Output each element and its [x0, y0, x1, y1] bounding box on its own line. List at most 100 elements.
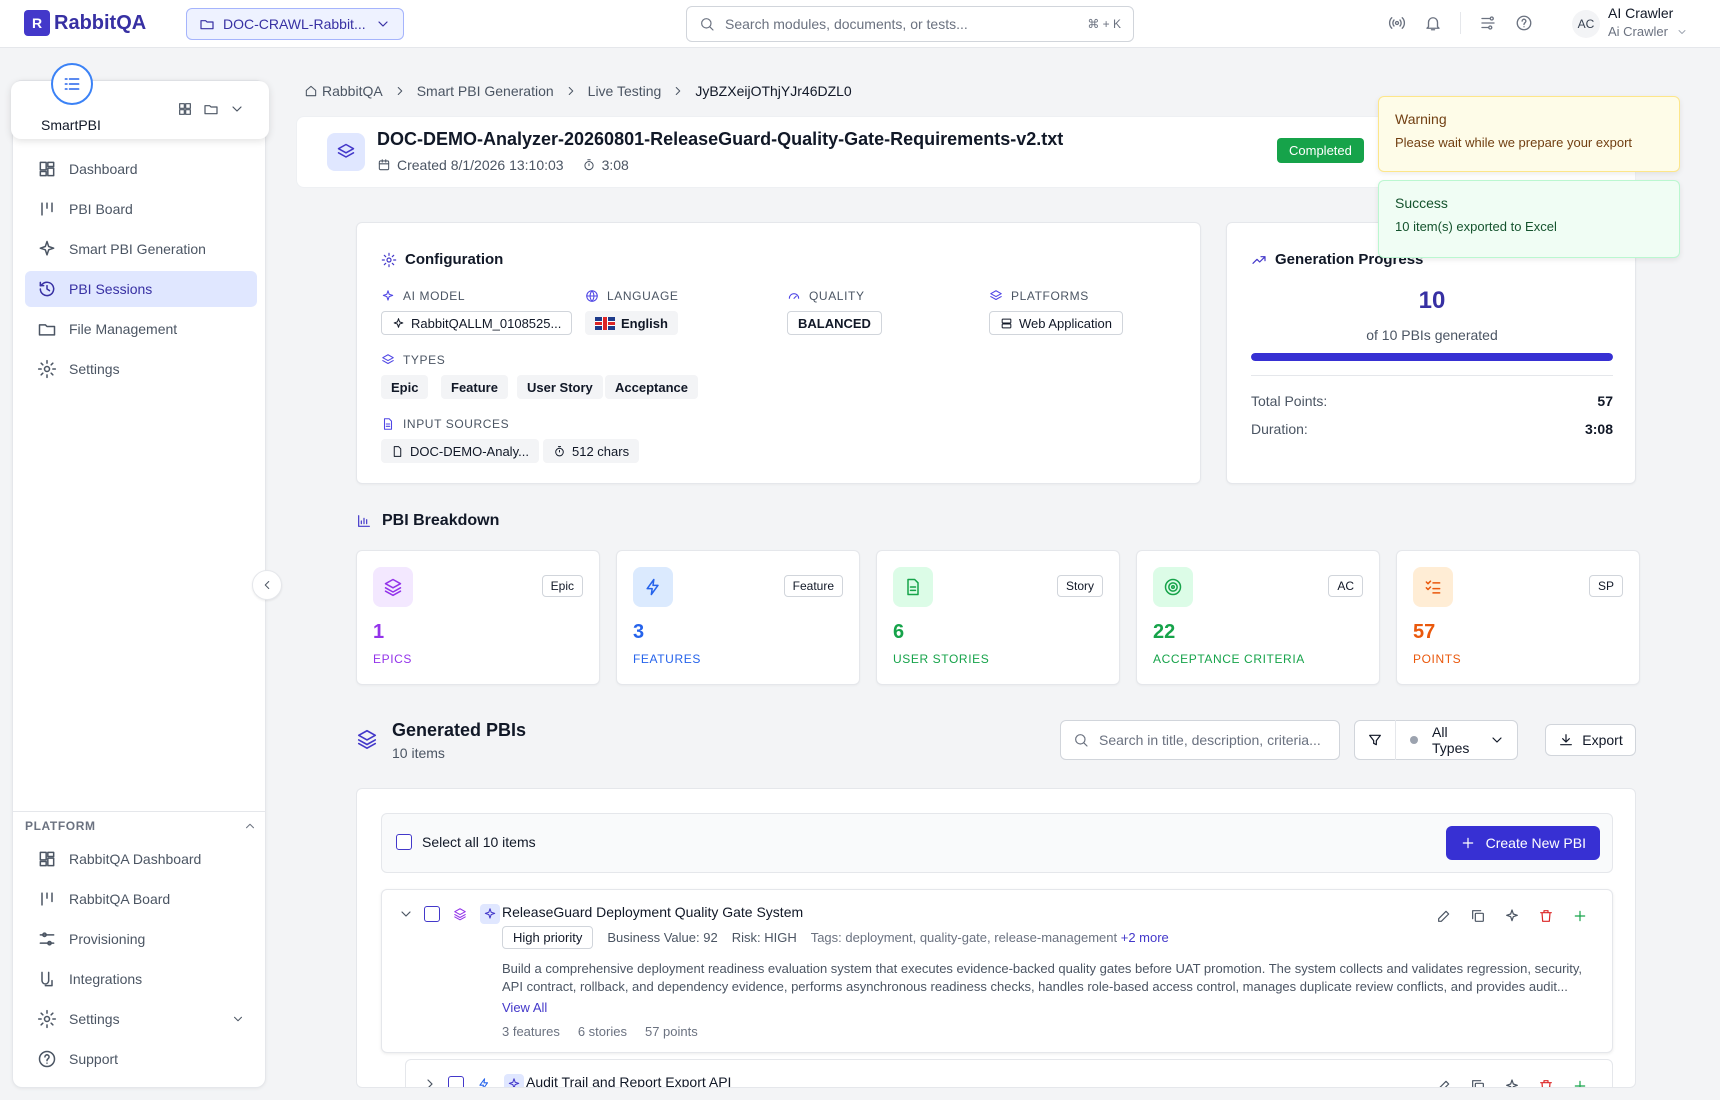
- plus-icon[interactable]: [1572, 908, 1588, 924]
- project-selector[interactable]: DOC-CRAWL-Rabbit...: [186, 8, 404, 40]
- sidebar-item-file-management[interactable]: File Management: [25, 311, 257, 347]
- breakdown-label: USER STORIES: [893, 652, 990, 666]
- sidebar-item-dashboard[interactable]: Dashboard: [25, 151, 257, 187]
- sparkle-icon: [393, 317, 404, 328]
- language-chip: English: [585, 311, 678, 335]
- row-checkbox[interactable]: [424, 906, 440, 922]
- delete-icon[interactable]: [1538, 1078, 1554, 1088]
- breadcrumb-item[interactable]: Live Testing: [588, 83, 662, 99]
- divider: [1460, 12, 1461, 34]
- folder-icon[interactable]: [203, 101, 219, 117]
- smartpbi-logo-icon: [51, 63, 93, 105]
- ai-model-chip: RabbitQALLM_0108525...: [381, 311, 573, 335]
- user-menu[interactable]: AI Crawler Ai Crawler: [1608, 5, 1688, 39]
- breakdown-value: 3: [633, 621, 645, 643]
- sidebar-item-label: RabbitQA Board: [69, 891, 171, 907]
- plus-icon[interactable]: [1572, 1078, 1588, 1088]
- quality-chip: BALANCED: [787, 311, 882, 335]
- view-all-link[interactable]: View All: [502, 1000, 547, 1015]
- help-icon[interactable]: [1515, 14, 1533, 32]
- sidebar-item-pbi-sessions[interactable]: PBI Sessions: [25, 271, 257, 307]
- sparkle-icon: [382, 290, 394, 301]
- sidebar-item-integrations[interactable]: Integrations: [25, 961, 257, 997]
- breakdown-tag: SP: [1588, 575, 1623, 597]
- sidebar-item-provisioning[interactable]: Provisioning: [25, 921, 257, 957]
- input-chars-chip: 512 chars: [543, 439, 640, 463]
- breadcrumb-home[interactable]: RabbitQA: [304, 83, 383, 99]
- chevron-down-icon[interactable]: [229, 101, 245, 117]
- row-checkbox[interactable]: [448, 1076, 464, 1087]
- chevron-right-icon: [397, 86, 402, 96]
- broadcast-icon[interactable]: [1388, 14, 1406, 32]
- breakdown-tag: Epic: [541, 575, 583, 597]
- copy-icon[interactable]: [1470, 1078, 1486, 1088]
- breakdown-card-points: SP 57 POINTS: [1396, 550, 1640, 685]
- pbi-breakdown-heading: PBI Breakdown: [356, 512, 499, 530]
- search-placeholder: Search modules, documents, or tests...: [725, 16, 968, 32]
- gear-icon: [381, 252, 397, 267]
- sparkle-icon[interactable]: [1504, 908, 1520, 924]
- breakdown-card-epics: Epic 1 EPICS: [356, 550, 600, 685]
- create-new-pbi-button[interactable]: Create New PBI: [1445, 826, 1600, 860]
- breakdown-tag: Story: [1056, 575, 1103, 597]
- global-search[interactable]: Search modules, documents, or tests... ⌘…: [686, 6, 1134, 42]
- chevron-left-icon: [264, 580, 270, 590]
- pbi-summary: 3 features 6 stories 57 points: [502, 1024, 698, 1039]
- layers-icon: [450, 904, 470, 924]
- divider: [13, 811, 265, 812]
- pbi-search-input[interactable]: Search in title, description, criteria..…: [1060, 720, 1340, 760]
- sidebar-nav: Dashboard PBI Board Smart PBI Generation…: [25, 151, 257, 391]
- more-tags-link[interactable]: +2 more: [1121, 930, 1169, 945]
- history-icon: [39, 281, 55, 297]
- sidebar-item-smart-pbi-generation[interactable]: Smart PBI Generation: [25, 231, 257, 267]
- breadcrumb-item[interactable]: Smart PBI Generation: [417, 83, 554, 99]
- sparkle-icon[interactable]: [1504, 1078, 1520, 1088]
- search-icon: [1075, 734, 1088, 747]
- progress-bar-fill: [1251, 353, 1613, 361]
- palette-icon[interactable]: [1479, 14, 1497, 32]
- table-row[interactable]: Audit Trail and Report Export API: [405, 1059, 1613, 1088]
- select-all-checkbox[interactable]: Select all 10 items: [396, 834, 536, 850]
- table-row[interactable]: ReleaseGuard Deployment Quality Gate Sys…: [381, 889, 1613, 1053]
- logo[interactable]: R RabbitQA: [24, 10, 146, 36]
- sidebar-item-rabbitqa-board[interactable]: RabbitQA Board: [25, 881, 257, 917]
- grid-icon[interactable]: [177, 101, 193, 117]
- copy-icon[interactable]: [1470, 908, 1486, 924]
- collapse-sidebar-button[interactable]: [252, 570, 282, 600]
- chevron-right-icon[interactable]: [422, 1076, 438, 1088]
- board-icon: [41, 892, 53, 906]
- breakdown-label: ACCEPTANCE CRITERIA: [1153, 652, 1305, 666]
- delete-icon[interactable]: [1538, 908, 1554, 924]
- chevron-down-icon[interactable]: [398, 906, 414, 922]
- edit-icon[interactable]: [1436, 908, 1452, 924]
- breakdown-value: 1: [373, 621, 385, 643]
- sidebar-item-rabbitqa-dashboard[interactable]: RabbitQA Dashboard: [25, 841, 257, 877]
- edit-icon[interactable]: [1436, 1078, 1452, 1088]
- export-button[interactable]: Export: [1545, 724, 1636, 756]
- sidebar-item-pbi-board[interactable]: PBI Board: [25, 191, 257, 227]
- sidebar-item-label: Provisioning: [69, 931, 146, 947]
- sidebar-item-support[interactable]: Support: [25, 1041, 257, 1077]
- layers-icon: [327, 133, 365, 171]
- board-icon: [41, 202, 53, 216]
- warning-toast[interactable]: Warning Please wait while we prepare you…: [1378, 96, 1680, 172]
- sidebar-item-label: RabbitQA Dashboard: [69, 851, 202, 867]
- success-toast[interactable]: Success 10 item(s) exported to Excel: [1378, 180, 1680, 258]
- status-badge: Completed: [1277, 138, 1364, 163]
- sidebar-header: SmartPBI: [11, 63, 269, 139]
- document-icon: [893, 567, 933, 607]
- avatar[interactable]: AC: [1572, 10, 1600, 38]
- top-bar: R RabbitQA DOC-CRAWL-Rabbit... Search mo…: [0, 0, 1720, 48]
- breakdown-card-user-stories: Story 6 USER STORIES: [876, 550, 1120, 685]
- sidebar-item-settings[interactable]: Settings: [25, 351, 257, 387]
- sparkle-icon: [504, 1074, 524, 1087]
- bell-icon[interactable]: [1424, 14, 1442, 32]
- breadcrumb-current: JyBZXeijOThjYJr46DZL0: [695, 83, 852, 99]
- platform-section-header[interactable]: PLATFORM: [25, 819, 257, 833]
- pbi-description: Build a comprehensive deployment readine…: [502, 961, 1583, 994]
- sidebar-item-platform-settings[interactable]: Settings: [25, 1001, 257, 1037]
- type-filter-select[interactable]: All Types: [1354, 720, 1518, 760]
- pbi-title[interactable]: ReleaseGuard Deployment Quality Gate Sys…: [502, 904, 803, 920]
- checkbox[interactable]: [396, 834, 412, 850]
- pbi-title[interactable]: Audit Trail and Report Export API: [526, 1074, 731, 1087]
